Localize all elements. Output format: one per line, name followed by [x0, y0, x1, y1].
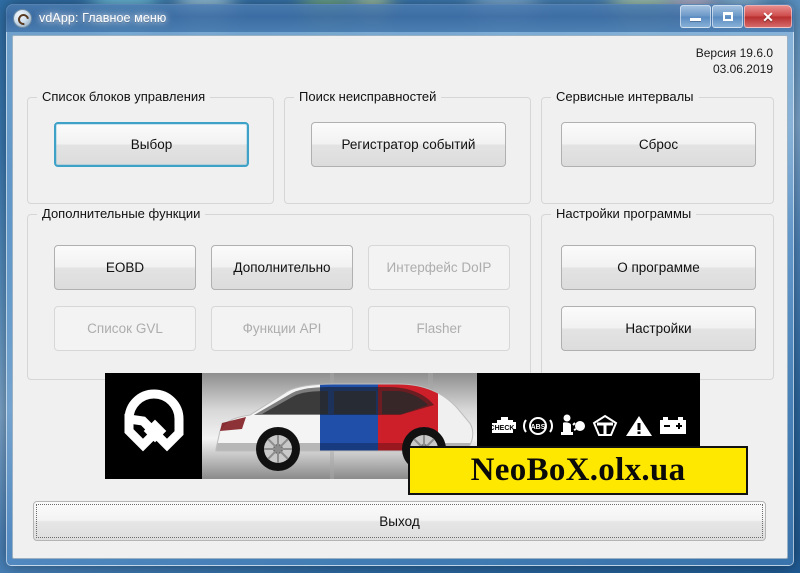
check-engine-icon: CHECK [489, 413, 519, 439]
reset-button[interactable]: Сброс [561, 122, 756, 167]
minimize-button[interactable] [680, 5, 711, 28]
steering-icon [590, 413, 620, 439]
svg-text:CHECK: CHECK [489, 425, 514, 432]
version-number: Версия 19.6.0 [695, 46, 773, 60]
api-functions-button[interactable]: Функции API [211, 306, 353, 351]
group-control-units: Список блоков управления Выбор [27, 89, 274, 204]
warning-triangle-icon [624, 413, 654, 439]
maximize-button[interactable] [712, 5, 743, 28]
group-title-control-units: Список блоков управления [37, 89, 211, 104]
group-title-fault-search: Поиск неисправностей [294, 89, 442, 104]
brand-logo-icon [105, 373, 202, 479]
group-title-program-settings: Настройки программы [551, 206, 697, 221]
close-icon: ✕ [762, 8, 774, 25]
window-controls: ✕ [680, 5, 792, 28]
group-title-service-intervals: Сервисные интервалы [551, 89, 699, 104]
select-button[interactable]: Выбор [54, 122, 249, 167]
minimize-icon [690, 18, 701, 21]
settings-button[interactable]: Настройки [561, 306, 756, 351]
exit-button[interactable]: Выход [33, 501, 766, 541]
maximize-icon [722, 12, 733, 21]
window-title: vdApp: Главное меню [39, 11, 167, 25]
client-area: Версия 19.6.0 03.06.2019 Список блоков у… [12, 35, 788, 559]
title-bar[interactable]: vdApp: Главное меню ✕ [6, 4, 794, 32]
application-window: vdApp: Главное меню ✕ Версия 19.6.0 03.0… [6, 4, 794, 566]
group-fault-search: Поиск неисправностей Регистратор событий [284, 89, 531, 204]
eobd-button[interactable]: EOBD [54, 245, 196, 290]
battery-icon [658, 413, 688, 439]
group-additional-functions: Дополнительные функции EOBD Дополнительн… [27, 206, 531, 380]
event-logger-button[interactable]: Регистратор событий [311, 122, 506, 167]
version-info: Версия 19.6.0 03.06.2019 [696, 45, 773, 77]
abs-icon: ABS [522, 413, 553, 439]
version-date: 03.06.2019 [712, 62, 773, 76]
flasher-button[interactable]: Flasher [368, 306, 510, 351]
desktop-background: vdApp: Главное меню ✕ Версия 19.6.0 03.0… [0, 0, 800, 573]
group-service-intervals: Сервисные интервалы Сброс [541, 89, 774, 204]
group-title-additional-functions: Дополнительные функции [37, 206, 206, 221]
app-icon [13, 8, 32, 28]
group-program-settings: Настройки программы О программе Настройк… [541, 206, 774, 380]
advanced-button[interactable]: Дополнительно [211, 245, 353, 290]
watermark-banner: NeoBoX.olx.ua [408, 446, 748, 495]
close-button[interactable]: ✕ [744, 5, 792, 28]
svg-text:ABS: ABS [530, 424, 545, 431]
about-button[interactable]: О программе [561, 245, 756, 290]
gvl-list-button[interactable]: Список GVL [54, 306, 196, 351]
doip-interface-button[interactable]: Интерфейс DoIP [368, 245, 510, 290]
airbag-icon [557, 413, 587, 439]
